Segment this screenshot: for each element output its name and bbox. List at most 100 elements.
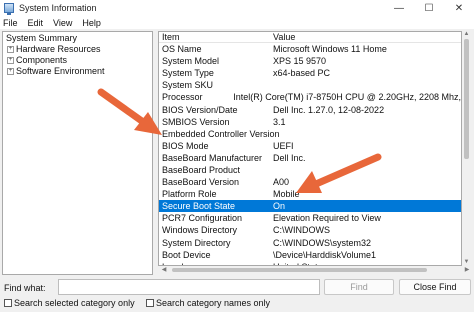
row-item-cell: Platform Role <box>162 189 217 200</box>
close-icon[interactable]: ✕ <box>444 0 474 16</box>
menu-bar: File Edit View Help <box>0 16 474 29</box>
vertical-scroll-thumb[interactable] <box>464 39 469 159</box>
row-value-cell: Dell Inc. <box>273 152 306 163</box>
system-information-app-icon <box>4 3 14 15</box>
list-row-processor[interactable]: Processor Intel(R) Core(TM) i7-8750H CPU … <box>159 91 461 103</box>
find-what-label: Find what: <box>4 283 46 293</box>
details-list[interactable]: Item Value OS Name Microsoft Windows 11 H… <box>158 31 462 266</box>
search-selected-category-checkbox[interactable]: Search selected category only <box>4 298 135 308</box>
horizontal-scrollbar[interactable]: ◀ ▶ <box>158 266 471 274</box>
row-item-cell: SMBIOS Version <box>162 116 230 127</box>
vertical-scrollbar[interactable]: ▲ ▼ <box>462 31 471 266</box>
row-value-cell: Intel(R) Core(TM) i7-8750H CPU @ 2.20GHz… <box>233 92 461 103</box>
row-item-cell: Processor <box>162 92 203 103</box>
window-controls: — ☐ ✕ <box>384 0 474 16</box>
menu-view[interactable]: View <box>53 18 72 28</box>
plus-expand-icon[interactable]: + <box>7 68 14 75</box>
list-row-pcr7-configuration[interactable]: PCR7 Configuration Elevation Required to … <box>159 212 461 224</box>
list-row-system-directory[interactable]: System Directory C:\WINDOWS\system32 <box>159 237 461 249</box>
tree-item-label: Software Environment <box>16 66 105 76</box>
checkbox-box[interactable] <box>4 299 12 307</box>
list-row-embedded-controller-version[interactable]: Embedded Controller Version <box>159 128 461 140</box>
row-item-cell: Boot Device <box>162 249 211 260</box>
row-item-cell: BaseBoard Product <box>162 164 241 175</box>
tree-item-label: Components <box>16 55 68 65</box>
scroll-right-icon[interactable]: ▶ <box>463 266 471 274</box>
tree-item-label: System Summary <box>6 33 78 43</box>
row-item-cell: Embedded Controller Version <box>162 128 280 139</box>
checkbox-label: Search selected category only <box>14 298 135 308</box>
column-header-item[interactable]: Item <box>159 32 271 42</box>
row-value-cell: UEFI <box>273 140 294 151</box>
list-row-windows-directory[interactable]: Windows Directory C:\WINDOWS <box>159 224 461 236</box>
plus-expand-icon[interactable]: + <box>7 46 14 53</box>
list-row-os-name[interactable]: OS Name Microsoft Windows 11 Home <box>159 43 461 55</box>
menu-file[interactable]: File <box>3 18 18 28</box>
row-item-cell: Secure Boot State <box>162 201 236 212</box>
pane-splitter[interactable] <box>153 31 157 275</box>
menu-edit[interactable]: Edit <box>28 18 44 28</box>
list-row-boot-device[interactable]: Boot Device \Device\HarddiskVolume1 <box>159 249 461 261</box>
row-value-cell: XPS 15 9570 <box>273 56 327 67</box>
row-value-cell: C:\WINDOWS\system32 <box>273 237 372 248</box>
close-find-button[interactable]: Close Find <box>399 279 471 295</box>
menu-help[interactable]: Help <box>82 18 101 28</box>
find-button[interactable]: Find <box>324 279 394 295</box>
row-value-cell: Microsoft Windows 11 Home <box>273 44 387 55</box>
list-row-system-type[interactable]: System Type x64-based PC <box>159 67 461 79</box>
category-tree[interactable]: System Summary + Hardware Resources + Co… <box>2 31 153 275</box>
row-item-cell: System SKU <box>162 80 214 91</box>
system-information-window: System Information — ☐ ✕ File Edit View … <box>0 0 474 312</box>
row-value-cell: 3.1 <box>273 116 286 127</box>
list-row-bios-mode[interactable]: BIOS Mode UEFI <box>159 140 461 152</box>
scroll-down-icon[interactable]: ▼ <box>463 259 470 266</box>
row-item-cell: BaseBoard Version <box>162 177 240 188</box>
row-value-cell: x64-based PC <box>273 68 331 79</box>
row-item-cell: OS Name <box>162 44 202 55</box>
window-title: System Information <box>19 3 97 13</box>
plus-expand-icon[interactable]: + <box>7 57 14 64</box>
row-value-cell: Elevation Required to View <box>273 213 381 224</box>
scroll-left-icon[interactable]: ◀ <box>160 266 168 274</box>
horizontal-scroll-thumb[interactable] <box>172 268 427 272</box>
list-row-baseboard-version[interactable]: BaseBoard Version A00 <box>159 176 461 188</box>
row-item-cell: BIOS Mode <box>162 140 209 151</box>
maximize-icon[interactable]: ☐ <box>414 0 444 16</box>
list-row-bios-version-date[interactable]: BIOS Version/Date Dell Inc. 1.27.0, 12-08… <box>159 103 461 115</box>
list-row-system-model[interactable]: System Model XPS 15 9570 <box>159 55 461 67</box>
tree-item-label: Hardware Resources <box>16 44 101 54</box>
row-item-cell: System Type <box>162 68 214 79</box>
row-item-cell: PCR7 Configuration <box>162 213 243 224</box>
list-row-secure-boot-state[interactable]: Secure Boot State On <box>159 200 461 213</box>
row-item-cell: System Directory <box>162 237 231 248</box>
list-rows: OS Name Microsoft Windows 11 Home System M… <box>159 43 461 265</box>
tree-item-software-environment[interactable]: + Software Environment <box>3 66 152 77</box>
tree-item-components[interactable]: + Components <box>3 55 152 66</box>
checkbox-label: Search category names only <box>156 298 271 308</box>
tree-item-hardware-resources[interactable]: + Hardware Resources <box>3 44 152 55</box>
row-value-cell: \Device\HarddiskVolume1 <box>273 249 377 260</box>
row-value-cell: Dell Inc. 1.27.0, 12-08-2022 <box>273 104 385 115</box>
row-value-cell: On <box>273 201 286 212</box>
list-row-system-sku[interactable]: System SKU <box>159 79 461 91</box>
list-row-baseboard-manufacturer[interactable]: BaseBoard Manufacturer Dell Inc. <box>159 152 461 164</box>
row-value-cell: Mobile <box>273 189 300 200</box>
tree-item-system-summary[interactable]: System Summary <box>3 33 152 44</box>
row-value-cell: C:\WINDOWS <box>273 225 330 236</box>
row-item-cell: System Model <box>162 56 220 67</box>
row-value-cell: A00 <box>273 177 290 188</box>
list-row-baseboard-product[interactable]: BaseBoard Product <box>159 164 461 176</box>
column-header-value[interactable]: Value <box>271 32 295 42</box>
row-item-cell: Windows Directory <box>162 225 238 236</box>
row-item-cell: BaseBoard Manufacturer <box>162 152 263 163</box>
list-header: Item Value <box>159 32 461 43</box>
list-row-platform-role[interactable]: Platform Role Mobile <box>159 188 461 200</box>
row-item-cell: BIOS Version/Date <box>162 104 238 115</box>
checkbox-box[interactable] <box>146 299 154 307</box>
search-category-names-checkbox[interactable]: Search category names only <box>146 298 270 308</box>
find-what-input[interactable] <box>58 279 320 295</box>
scroll-up-icon[interactable]: ▲ <box>463 31 470 38</box>
list-row-smbios-version[interactable]: SMBIOS Version 3.1 <box>159 116 461 128</box>
title-bar: System Information — ☐ ✕ <box>0 0 474 16</box>
minimize-icon[interactable]: — <box>384 0 414 16</box>
